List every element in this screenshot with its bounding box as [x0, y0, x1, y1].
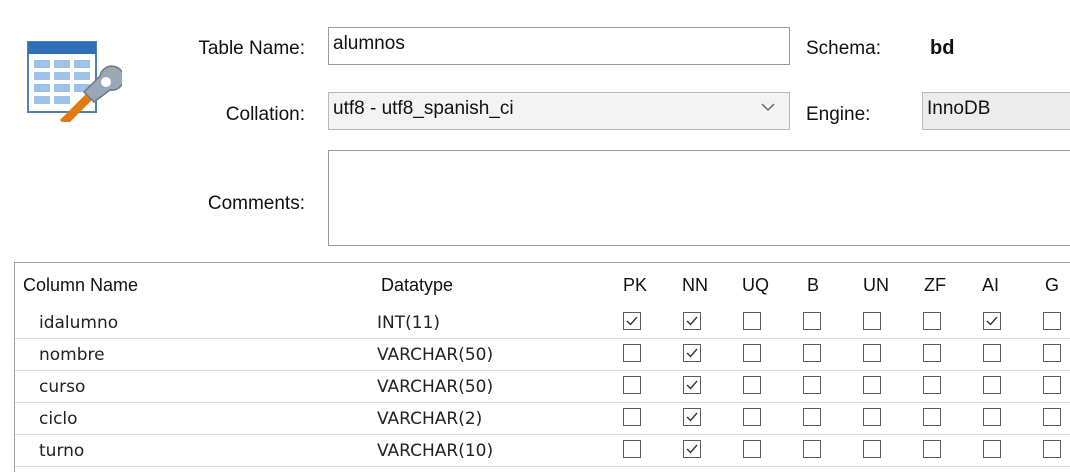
- flag-checkbox-nn[interactable]: [683, 344, 701, 362]
- flag-checkbox-g[interactable]: [1043, 312, 1061, 330]
- column-name-cell[interactable]: curso: [39, 377, 85, 397]
- column-name-cell[interactable]: nombre: [39, 345, 105, 365]
- schema-value: bd: [930, 37, 955, 59]
- flag-checkbox-pk[interactable]: [623, 344, 641, 362]
- flag-checkbox-b[interactable]: [803, 408, 821, 426]
- checkmark-icon: [686, 316, 698, 326]
- flag-checkbox-nn[interactable]: [683, 408, 701, 426]
- checkmark-icon: [686, 444, 698, 454]
- flag-checkbox-pk[interactable]: [623, 440, 641, 458]
- engine-value: InnoDB: [927, 98, 991, 119]
- flag-checkbox-zf[interactable]: [923, 312, 941, 330]
- comments-label: Comments:: [207, 193, 305, 214]
- checkmark-icon: [686, 412, 698, 422]
- flag-checkbox-un[interactable]: [863, 408, 881, 426]
- flag-checkbox-ai[interactable]: [983, 408, 1001, 426]
- column-name-cell[interactable]: idalumno: [39, 313, 118, 333]
- flag-checkbox-g[interactable]: [1043, 344, 1061, 362]
- checkmark-icon: [686, 380, 698, 390]
- flag-checkbox-ai[interactable]: [983, 312, 1001, 330]
- flag-checkbox-un[interactable]: [863, 376, 881, 394]
- collation-select[interactable]: utf8 - utf8_spanish_ci: [328, 92, 790, 130]
- table-row[interactable]: nombre VARCHAR(50): [15, 339, 1070, 371]
- flag-checkbox-zf[interactable]: [923, 344, 941, 362]
- schema-label: Schema:: [806, 38, 881, 59]
- flag-checkbox-zf[interactable]: [923, 440, 941, 458]
- flag-checkbox-uq[interactable]: [743, 312, 761, 330]
- header-column-name: Column Name: [23, 275, 139, 295]
- header-un: UN: [863, 275, 889, 295]
- flag-checkbox-b[interactable]: [803, 312, 821, 330]
- datatype-cell[interactable]: VARCHAR(50): [377, 345, 493, 365]
- flag-checkbox-zf[interactable]: [923, 408, 941, 426]
- datatype-cell[interactable]: INT(11): [377, 313, 440, 333]
- table-name-label: Table Name:: [198, 38, 305, 59]
- checkmark-icon: [986, 316, 998, 326]
- header-datatype: Datatype: [381, 275, 454, 295]
- engine-label: Engine:: [806, 104, 871, 125]
- header-pk: PK: [623, 275, 648, 295]
- datatype-cell[interactable]: VARCHAR(50): [377, 377, 493, 397]
- checkmark-icon: [626, 316, 638, 326]
- table-row[interactable]: curso VARCHAR(50): [15, 371, 1070, 403]
- table-name-value: alumnos: [333, 33, 405, 54]
- flag-checkbox-uq[interactable]: [743, 344, 761, 362]
- comments-textarea[interactable]: [328, 150, 1070, 246]
- flag-checkbox-ai[interactable]: [983, 344, 1001, 362]
- flag-checkbox-nn[interactable]: [683, 312, 701, 330]
- flag-checkbox-un[interactable]: [863, 312, 881, 330]
- flag-checkbox-uq[interactable]: [743, 440, 761, 458]
- flag-checkbox-g[interactable]: [1043, 440, 1061, 458]
- header-g: G: [1045, 275, 1060, 295]
- row-divider: [15, 466, 1070, 467]
- collation-label: Collation:: [225, 104, 305, 125]
- flag-checkbox-b[interactable]: [803, 376, 821, 394]
- flag-checkbox-uq[interactable]: [743, 376, 761, 394]
- flag-checkbox-g[interactable]: [1043, 408, 1061, 426]
- flag-checkbox-g[interactable]: [1043, 376, 1061, 394]
- table-edit-icon: [26, 40, 125, 126]
- table-name-input[interactable]: alumnos: [328, 27, 790, 65]
- header-uq: UQ: [742, 275, 769, 295]
- checkmark-icon: [686, 348, 698, 358]
- table-row[interactable]: ciclo VARCHAR(2): [15, 403, 1070, 435]
- flag-checkbox-nn[interactable]: [683, 440, 701, 458]
- header-nn: NN: [682, 275, 708, 295]
- collation-value: utf8 - utf8_spanish_ci: [333, 98, 514, 119]
- datatype-cell[interactable]: VARCHAR(10): [377, 441, 493, 461]
- table-row[interactable]: turno VARCHAR(10): [15, 435, 1070, 467]
- flag-checkbox-un[interactable]: [863, 440, 881, 458]
- header-zf: ZF: [924, 275, 946, 295]
- flag-checkbox-uq[interactable]: [743, 408, 761, 426]
- flag-checkbox-un[interactable]: [863, 344, 881, 362]
- flag-checkbox-ai[interactable]: [983, 440, 1001, 458]
- flag-checkbox-zf[interactable]: [923, 376, 941, 394]
- flag-checkbox-pk[interactable]: [623, 376, 641, 394]
- datatype-cell[interactable]: VARCHAR(2): [377, 409, 482, 429]
- header-b: B: [807, 275, 820, 295]
- flag-checkbox-nn[interactable]: [683, 376, 701, 394]
- columns-grid: Column Name Datatype PK NN UQ B UN ZF AI…: [14, 262, 1070, 472]
- table-row[interactable]: idalumno INT(11): [15, 307, 1070, 339]
- chevron-down-icon[interactable]: [761, 97, 775, 119]
- flag-checkbox-ai[interactable]: [983, 376, 1001, 394]
- flag-checkbox-b[interactable]: [803, 440, 821, 458]
- column-name-cell[interactable]: turno: [39, 441, 84, 461]
- header-ai: AI: [982, 275, 1000, 295]
- flag-checkbox-b[interactable]: [803, 344, 821, 362]
- engine-select[interactable]: InnoDB: [922, 92, 1070, 130]
- flag-checkbox-pk[interactable]: [623, 312, 641, 330]
- flag-checkbox-pk[interactable]: [623, 408, 641, 426]
- column-name-cell[interactable]: ciclo: [39, 409, 78, 429]
